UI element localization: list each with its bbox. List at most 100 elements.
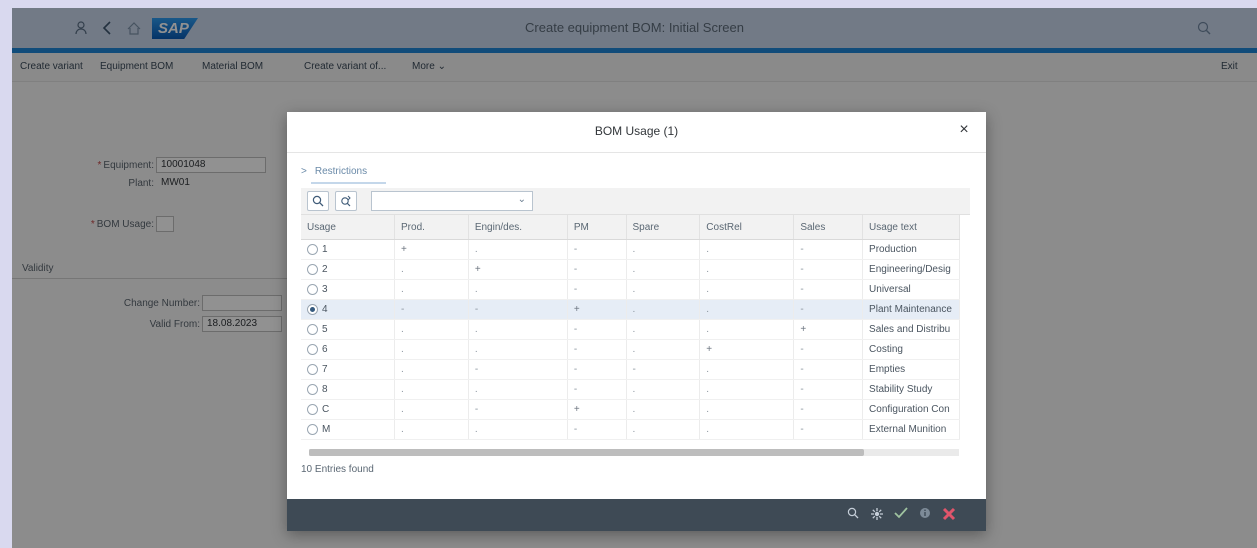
prod-cell: . xyxy=(394,379,469,400)
usage-code: 8 xyxy=(322,384,328,396)
table-row[interactable]: 7. - - -. - Empties xyxy=(301,359,960,380)
usage-code: 7 xyxy=(322,364,328,376)
horizontal-scrollbar[interactable] xyxy=(309,449,864,456)
engin-des-cell: + xyxy=(468,259,568,280)
table-row[interactable]: 3.. -.. - Universal xyxy=(301,279,960,300)
usage-text-cell: Costing xyxy=(862,339,960,360)
close-icon[interactable]: × xyxy=(954,120,974,140)
dialog-footer xyxy=(287,499,986,531)
usage-code: M xyxy=(322,424,331,436)
table-body: 1 +. -.. - Production 2. + -.. - Engineering/Desi… xyxy=(301,239,960,440)
prod-cell: . xyxy=(394,279,469,300)
usage-text-cell: Engineering/Desig xyxy=(862,259,960,280)
usage-cell[interactable]: M xyxy=(301,419,396,440)
costrel-cell: . xyxy=(699,259,795,280)
dialog-header-divider xyxy=(287,152,986,153)
row-radio-button[interactable] xyxy=(307,283,318,295)
info-icon[interactable] xyxy=(917,507,933,523)
usage-cell[interactable]: 2 xyxy=(301,259,396,280)
prod-cell: . xyxy=(394,259,469,280)
pm-cell: - xyxy=(567,259,627,280)
find-next-icon[interactable] xyxy=(335,191,357,211)
usage-cell[interactable]: 3 xyxy=(301,279,396,300)
cancel-icon[interactable] xyxy=(941,507,957,523)
table-row[interactable]: 1 +. -.. - Production xyxy=(301,239,960,260)
costrel-cell: . xyxy=(699,359,795,380)
spare-cell: . xyxy=(626,279,701,300)
spare-cell: . xyxy=(626,339,701,360)
sales-cell: - xyxy=(793,259,864,280)
layout-select[interactable]: ⌄ xyxy=(371,191,533,211)
usage-cell[interactable]: 7 xyxy=(301,359,396,380)
sales-cell: - xyxy=(793,359,864,380)
column-header-costrel[interactable]: CostRel xyxy=(699,215,795,240)
column-header-sales[interactable]: Sales xyxy=(793,215,864,240)
sales-cell: - xyxy=(793,239,864,260)
row-radio-button[interactable] xyxy=(307,403,318,415)
usage-cell[interactable]: 6 xyxy=(301,339,396,360)
usage-cell[interactable]: 5 xyxy=(301,319,396,340)
usage-text-cell: Universal xyxy=(862,279,960,300)
costrel-cell: . xyxy=(699,399,795,420)
costrel-cell: . xyxy=(699,299,795,320)
row-radio-button[interactable] xyxy=(307,303,318,315)
column-header-engin-des[interactable]: Engin/des. xyxy=(468,215,568,240)
sales-cell: - xyxy=(793,399,864,420)
spare-cell: . xyxy=(626,239,701,260)
pm-cell: - xyxy=(567,319,627,340)
usage-text-cell: Sales and Distribu xyxy=(862,319,960,340)
costrel-cell: . xyxy=(699,279,795,300)
spare-cell: . xyxy=(626,419,701,440)
prod-cell: + xyxy=(394,239,469,260)
column-header-prod[interactable]: Prod. xyxy=(394,215,469,240)
search-icon[interactable] xyxy=(845,507,861,523)
row-radio-button[interactable] xyxy=(307,383,318,395)
table-row[interactable]: 4- - +.. - Plant Maintenance xyxy=(301,299,960,320)
usage-code: 4 xyxy=(322,304,328,316)
table-row[interactable]: 6.. -. + - Costing xyxy=(301,339,960,360)
table-row[interactable]: C. - +.. - Configuration Con xyxy=(301,399,960,420)
row-radio-button[interactable] xyxy=(307,323,318,335)
prod-cell: - xyxy=(394,299,469,320)
row-radio-button[interactable] xyxy=(307,243,318,255)
row-radio-button[interactable] xyxy=(307,263,318,275)
row-radio-button[interactable] xyxy=(307,423,318,435)
prod-cell: . xyxy=(394,339,469,360)
engin-des-cell: . xyxy=(468,379,568,400)
sales-cell: - xyxy=(793,419,864,440)
column-header-pm[interactable]: PM xyxy=(567,215,627,240)
column-header-spare[interactable]: Spare xyxy=(626,215,701,240)
chevron-right-icon: > xyxy=(301,166,307,177)
usage-cell[interactable]: C xyxy=(301,399,396,420)
table-row[interactable]: M.. -.. - External Munition xyxy=(301,419,960,440)
confirm-icon[interactable] xyxy=(893,507,909,523)
restrictions-label: Restrictions xyxy=(314,166,368,177)
sales-cell: - xyxy=(793,299,864,320)
table-row[interactable]: 2. + -.. - Engineering/Desig xyxy=(301,259,960,280)
usage-code: C xyxy=(322,404,330,416)
usage-cell[interactable]: 8 xyxy=(301,379,396,400)
usage-cell[interactable]: 1 xyxy=(301,239,396,260)
find-icon[interactable] xyxy=(307,191,329,211)
row-radio-button[interactable] xyxy=(307,343,318,355)
column-header-usage-text[interactable]: Usage text xyxy=(862,215,960,240)
engin-des-cell: - xyxy=(468,399,568,420)
restrictions-toggle[interactable]: > Restrictions xyxy=(301,166,367,177)
spare-cell: . xyxy=(626,299,701,320)
table-row[interactable]: 5.. -.. + Sales and Distribu xyxy=(301,319,960,340)
engin-des-cell: . xyxy=(468,419,568,440)
column-header-usage[interactable]: Usage xyxy=(301,215,396,240)
row-radio-button[interactable] xyxy=(307,363,318,375)
bom-usage-table: Usage Prod. Engin/des. PM Spare CostRel … xyxy=(301,215,960,440)
prod-cell: . xyxy=(394,419,469,440)
sales-cell: - xyxy=(793,279,864,300)
table-row[interactable]: 8.. -.. - Stability Study xyxy=(301,379,960,400)
usage-cell[interactable]: 4 xyxy=(301,299,396,320)
settings-icon[interactable] xyxy=(869,507,885,523)
pm-cell: - xyxy=(567,339,627,360)
costrel-cell: . xyxy=(699,419,795,440)
pm-cell: - xyxy=(567,379,627,400)
spare-cell: . xyxy=(626,379,701,400)
pm-cell: + xyxy=(567,399,627,420)
restrictions-underline xyxy=(311,182,386,184)
